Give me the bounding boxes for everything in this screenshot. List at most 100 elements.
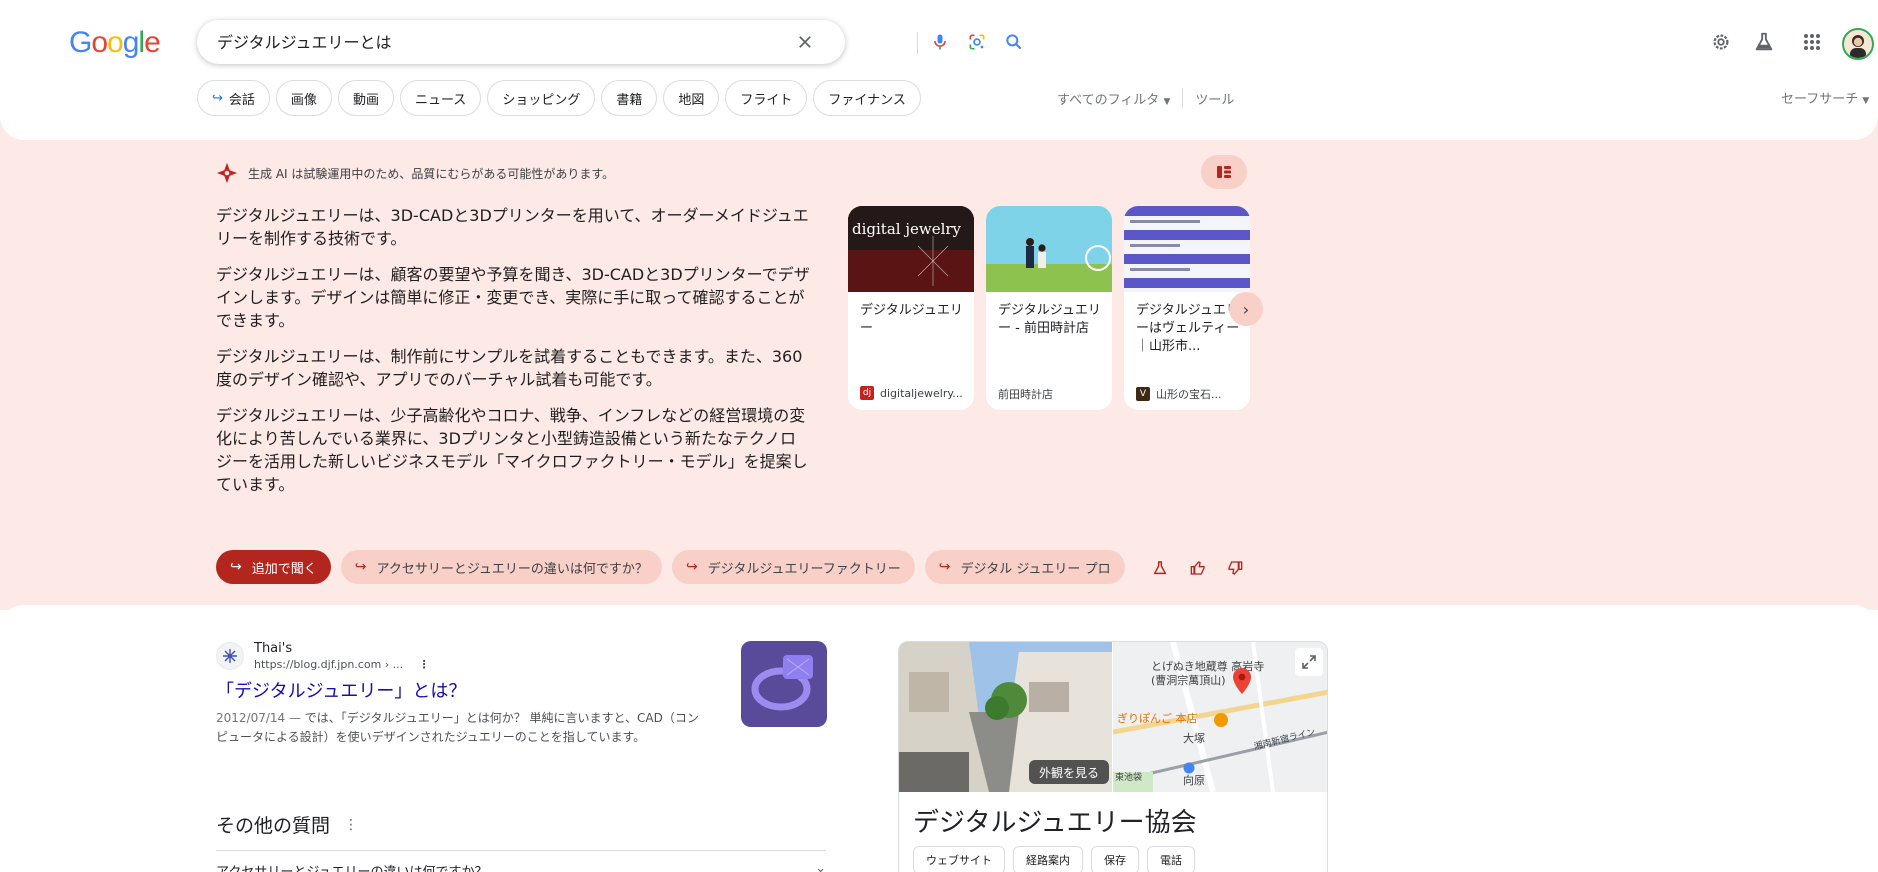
search-results-page: Google ↪会 [0,0,1878,872]
ask-follow-up-label: 追加で聞く [251,561,317,577]
filter-chip-label: 動画 [352,92,379,108]
filter-chip[interactable]: ニュース [399,80,482,116]
follow-up-suggestion[interactable]: ↪ デジタルジュエリーファクトリー [671,550,915,584]
ai-paragraph: デジタルジュエリーは、顧客の要望や予算を聞き、3D-CADと3Dプリンターでデザ… [216,265,810,330]
filter-chip[interactable]: フライト [725,80,808,116]
thumbs-down-icon[interactable] [1224,557,1246,579]
street-view-photo[interactable]: 外観を見る [899,642,1112,792]
settings-gear-icon[interactable] [1709,30,1733,54]
card-source: 前田時計店 [998,386,1053,402]
logo-letter: o [91,26,108,59]
google-logo[interactable]: Google [69,26,161,60]
card-title: デジタルジュエリー - 前田時計店 [998,303,1101,336]
account-avatar[interactable] [1842,28,1874,60]
apps-grid-icon[interactable] [1800,30,1824,54]
location-map[interactable]: とげぬき地蔵尊 高岩寺(曹洞宗萬頂山) ぎりぽんご 本店 大塚 湘南新宿ライン … [1113,642,1327,792]
source-cards: digital jewelry デジタルジュエリー dj digitaljewe… [848,206,1250,410]
cards-next-button[interactable]: › [1229,292,1263,326]
expand-map-icon[interactable] [1295,648,1323,676]
map-label: とげぬき地蔵尊 高岩寺(曹洞宗萬頂山) [1151,660,1265,687]
save-button[interactable]: 保存 [1091,846,1139,872]
result-site[interactable]: Thai's https://blog.djf.jpn.com › ... ⋮ [216,641,826,671]
filter-chip[interactable]: ↪ 会話 [197,80,270,116]
search-results: Thai's https://blog.djf.jpn.com › ... ⋮ … [0,605,1878,872]
card-thumbnail [986,206,1112,292]
caret-down-icon: ▼ [1862,96,1870,106]
list-view-icon [1217,166,1231,178]
result-thumbnail[interactable] [741,641,827,727]
thumbs-up-icon[interactable] [1187,557,1209,579]
more-options-icon[interactable]: ⋮ [419,658,430,671]
map-label: ぎりぽんご 本店 [1117,712,1198,725]
website-button[interactable]: ウェブサイト [913,846,1005,872]
labs-flask-icon[interactable] [1149,557,1171,579]
knowledge-panel-actions: ウェブサイト 経路案内 保存 電話 [913,846,1195,872]
search-icon[interactable] [1002,30,1026,54]
map-pin-icon [1233,668,1251,694]
follow-up-label: アクセサリーとジュエリーの違いは何ですか？ [376,561,648,577]
source-card[interactable]: デジタルジュエリー - 前田時計店 前田時計店 [986,206,1112,410]
follow-up-suggestion[interactable]: ↪ デジタル ジュエリー プロ [924,550,1125,584]
filter-chip-label: 地図 [678,92,705,108]
card-source-label: 山形の宝石... [1156,388,1222,401]
source-card[interactable]: digital jewelry デジタルジュエリー dj digitaljewe… [848,206,974,410]
filter-chip-label: ショッピング [502,92,581,108]
tools-button[interactable]: ツール [1195,89,1234,108]
microphone-icon[interactable] [928,30,952,54]
card-favicon: dj [860,386,874,400]
filter-chip-label: ニュース [414,92,467,108]
filter-chip[interactable]: 画像 [275,80,332,116]
result-url: https://blog.djf.jpn.com › ... ⋮ [254,658,430,671]
card-thumb-text: digital jewelry [852,220,962,238]
google-lens-icon[interactable] [965,30,989,54]
all-filters-dropdown[interactable]: すべてのフィルタ ▼ [1057,89,1170,108]
ask-follow-up-button[interactable]: ↪ 追加で聞く [216,550,331,584]
safe-search-label: セーフサーチ [1781,92,1859,107]
follow-up-arrow-icon: ↪ [938,559,951,575]
directions-button[interactable]: 経路案内 [1013,846,1083,872]
card-source: V 山形の宝石... [1136,386,1222,402]
view-exterior-button[interactable]: 外観を見る [1029,760,1110,784]
clear-icon[interactable] [793,30,817,54]
search-box[interactable] [197,20,1022,64]
header: Google ↪会 [0,0,1878,140]
more-options-icon[interactable]: ⋮ [344,817,358,833]
map-label: 東池袋 [1115,773,1143,783]
search-input[interactable] [217,31,677,50]
labs-flask-icon[interactable] [1752,30,1776,54]
map-label: 大塚 [1183,732,1205,745]
filter-chip-label: 書籍 [616,92,643,108]
paa-question-text: アクセサリーとジュエリーの違いは何ですか？ [216,861,487,872]
follow-up-suggestion[interactable]: ↪ アクセサリーとジュエリーの違いは何ですか？ [340,550,662,584]
logo-letter: g [122,26,140,59]
station-pin-icon [1183,762,1195,774]
ai-overview-text: デジタルジュエリーは、3D-CADと3Dプリンターを用いて、オーダーメイドジュエ… [216,204,810,509]
card-thumbnail [1124,206,1250,292]
card-thumbnail: digital jewelry [848,206,974,292]
call-button[interactable]: 電話 [1147,846,1195,872]
ai-layout-toggle-button[interactable] [1201,155,1247,189]
paa-divider [216,850,826,851]
filter-chip[interactable]: ショッピング [487,80,596,116]
follow-up-label: デジタル ジュエリー プロ [960,561,1111,577]
ai-overview: 生成 AI は試験運用中のため、品質にむらがある可能性があります。 デジタルジュ… [0,110,1878,610]
filter-chip[interactable]: 動画 [337,80,394,116]
result-url-text: https://blog.djf.jpn.com › ... [254,658,404,671]
result-snippet: 2012/07/14 — では、「デジタルジュエリー」とは何か？ 単純に言います… [216,709,706,747]
filter-chip[interactable]: 書籍 [601,80,658,116]
search-divider [917,32,918,54]
paa-question[interactable]: アクセサリーとジュエリーの違いは何ですか？ ⌄ [216,861,826,872]
site-favicon [216,642,244,670]
result-date: 2012/07/14 — [216,711,305,725]
filter-chip[interactable]: ファイナンス [813,80,921,116]
people-also-ask: その他の質問 ⋮ アクセサリーとジュエリーの違いは何ですか？ ⌄ [216,811,826,872]
result-title-link[interactable]: 「デジタルジュエリー」とは？ [216,677,826,703]
filter-chip[interactable]: 地図 [663,80,720,116]
paa-title: その他の質問 ⋮ [216,811,826,838]
logo-letter: o [107,26,124,59]
logo-letter: G [69,26,92,59]
search-result: Thai's https://blog.djf.jpn.com › ... ⋮ … [216,641,826,747]
filter-chip-label: ファイナンス [828,92,906,108]
follow-up-chips: ↪ 追加で聞く ↪ アクセサリーとジュエリーの違いは何ですか？ ↪ デジタルジュエリーファ… [216,550,1128,584]
safe-search-dropdown[interactable]: セーフサーチ ▼ [1781,88,1869,107]
